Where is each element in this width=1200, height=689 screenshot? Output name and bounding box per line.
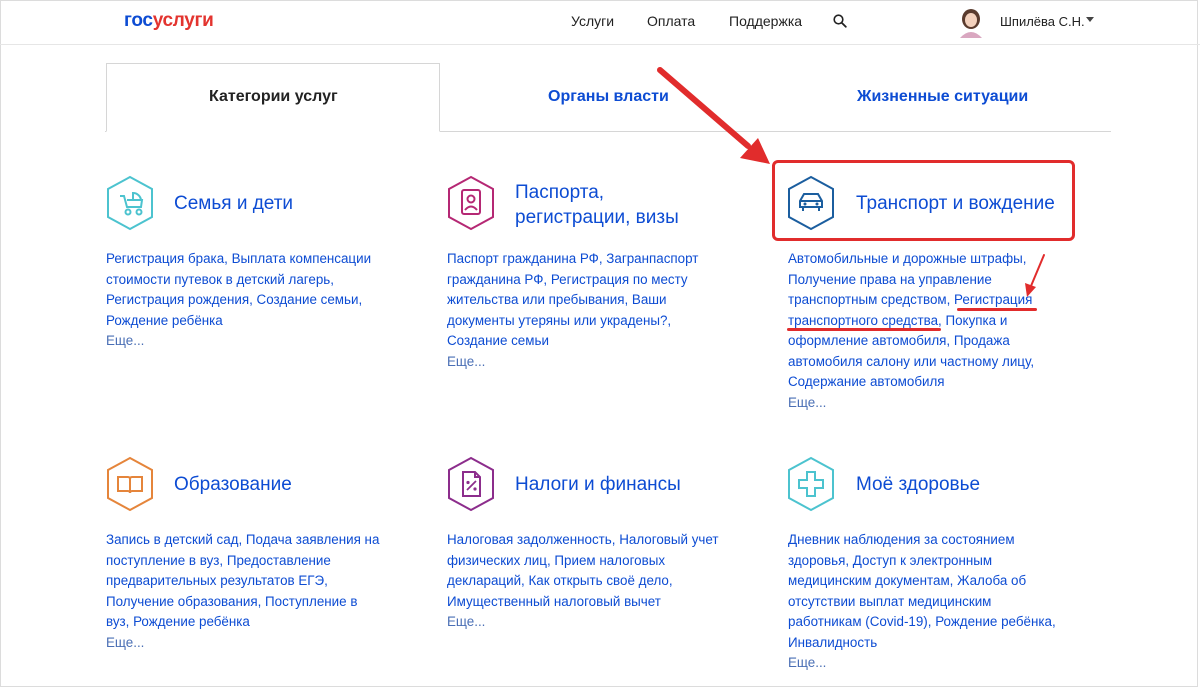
annotation-arrows — [657, 67, 1045, 297]
arrow-small-head — [1025, 283, 1036, 297]
arrow-big-shaft — [657, 67, 751, 149]
arrow-small-shaft — [1030, 254, 1045, 287]
